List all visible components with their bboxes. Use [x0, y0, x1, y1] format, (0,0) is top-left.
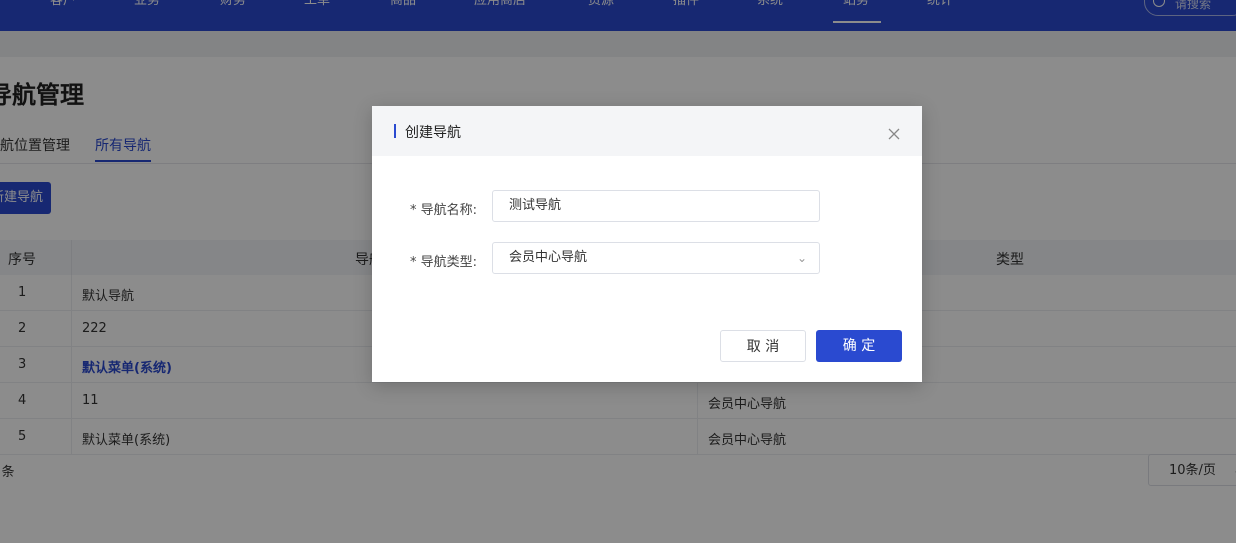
title-accent-bar [394, 124, 396, 138]
confirm-button[interactable]: 确 定 [816, 330, 902, 362]
nav-type-label: * 导航类型: [410, 255, 478, 270]
cancel-button[interactable]: 取 消 [720, 330, 806, 362]
chevron-down-icon: ⌄ [796, 251, 807, 265]
nav-name-label: * 导航名称: [410, 203, 478, 218]
nav-name-input[interactable]: 测试导航 [492, 190, 820, 222]
nav-name-value: 测试导航 [509, 198, 562, 213]
dialog-title: 创建导航 [405, 125, 461, 141]
dialog-header: 创建导航 [372, 106, 922, 156]
nav-type-select[interactable]: 会员中心导航 ⌄ [492, 242, 820, 274]
close-icon[interactable] [886, 126, 902, 142]
nav-type-value: 会员中心导航 [509, 250, 588, 265]
create-nav-dialog: 创建导航 * 导航名称: 测试导航 * 导航类型: 会员中心导航 ⌄ 取 消 确… [372, 106, 922, 382]
